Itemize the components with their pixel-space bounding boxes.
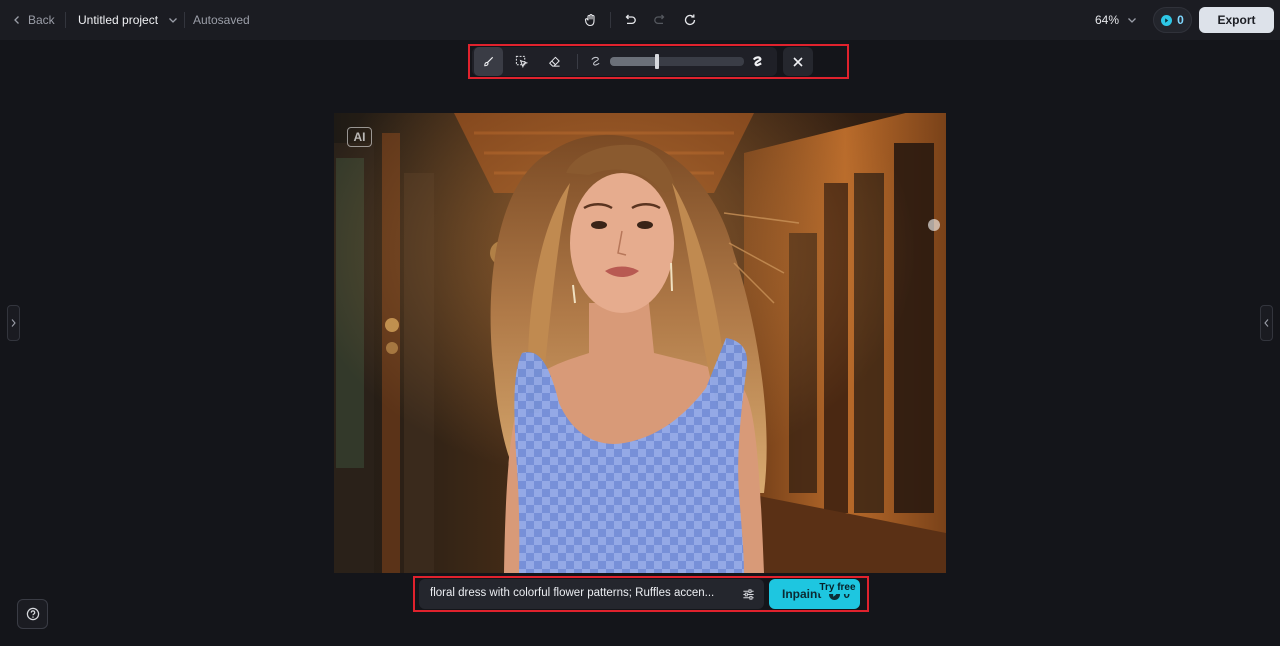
hand-icon bbox=[584, 13, 595, 27]
credit-coin-icon bbox=[1161, 14, 1173, 26]
prompt-highlight-frame bbox=[413, 576, 869, 612]
redo-button[interactable] bbox=[650, 10, 670, 30]
divider bbox=[184, 12, 185, 28]
chevron-left-icon bbox=[14, 16, 19, 24]
divider bbox=[65, 12, 66, 28]
right-panel-toggle[interactable] bbox=[1260, 305, 1273, 341]
chevron-down-icon bbox=[1128, 18, 1136, 23]
help-icon bbox=[26, 607, 39, 621]
toolbar-highlight-frame bbox=[468, 44, 849, 79]
chevron-down-icon bbox=[169, 18, 178, 23]
canvas-image[interactable] bbox=[334, 113, 946, 573]
portrait-photo bbox=[334, 113, 946, 573]
project-title-dropdown[interactable]: Untitled project bbox=[78, 11, 178, 29]
top-bar: Back Untitled project Autosaved 64% 0 Ex… bbox=[0, 0, 1280, 40]
autosave-status: Autosaved bbox=[193, 13, 250, 27]
chevron-right-icon bbox=[11, 319, 16, 327]
undo-icon bbox=[625, 14, 636, 25]
zoom-dropdown[interactable]: 64% bbox=[1095, 11, 1137, 29]
left-panel-toggle[interactable] bbox=[7, 305, 20, 341]
credits-badge[interactable]: 0 bbox=[1153, 7, 1192, 33]
back-label: Back bbox=[28, 13, 55, 27]
refresh-icon bbox=[684, 14, 696, 26]
zoom-level: 64% bbox=[1095, 13, 1120, 27]
ai-badge: AI bbox=[347, 127, 372, 147]
project-title: Untitled project bbox=[78, 13, 159, 27]
help-button[interactable] bbox=[17, 599, 48, 629]
credits-count: 0 bbox=[1177, 13, 1184, 27]
redo-icon bbox=[654, 14, 665, 25]
undo-button[interactable] bbox=[620, 10, 640, 30]
hand-tool-button[interactable] bbox=[581, 10, 601, 30]
chevron-left-icon bbox=[1264, 319, 1269, 327]
back-button[interactable]: Back bbox=[12, 11, 55, 29]
export-button[interactable]: Export bbox=[1199, 7, 1274, 33]
divider bbox=[610, 12, 611, 28]
refresh-button[interactable] bbox=[680, 10, 700, 30]
